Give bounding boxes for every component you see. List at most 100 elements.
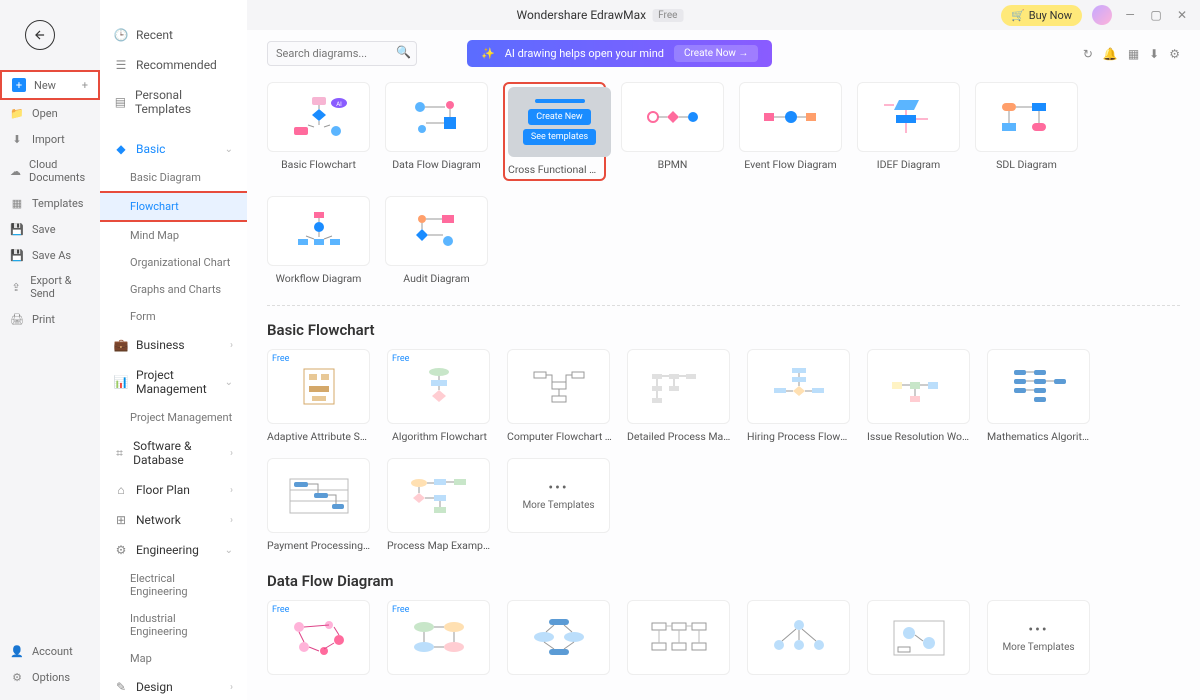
search-input[interactable] — [267, 41, 417, 66]
sidebar-item-save[interactable]: 💾Save — [0, 216, 100, 242]
buy-now-button[interactable]: 🛒 Buy Now — [1001, 5, 1082, 26]
download-icon[interactable]: ⬇ — [1149, 47, 1159, 61]
cat-orgchart[interactable]: Organizational Chart — [100, 249, 247, 276]
cat-ind[interactable]: Industrial Engineering — [100, 605, 247, 645]
cat-network[interactable]: ⊞Network› — [100, 505, 247, 535]
open-label: Open — [32, 107, 58, 120]
sidebar-item-options[interactable]: ⚙Options — [0, 664, 100, 690]
tpl-event-flow[interactable]: Event Flow Diagram — [739, 82, 842, 181]
add-icon[interactable]: + — [82, 79, 88, 92]
sidebar-item-open[interactable]: 📁Open — [0, 100, 100, 126]
sidebar-item-cloud[interactable]: ☁Cloud Documents — [0, 152, 100, 190]
dfd-grid: Free Free •••More Templates — [267, 600, 1180, 694]
cat-recommended[interactable]: ☰Recommended — [100, 50, 247, 80]
plus-square-icon: + — [12, 78, 26, 92]
grid-icon[interactable]: ▦ — [1128, 47, 1139, 61]
maximize-button[interactable]: ▢ — [1148, 7, 1164, 23]
tpl-workflow[interactable]: Workflow Diagram — [267, 196, 370, 285]
dots-icon: ••• — [1028, 622, 1048, 638]
tpl-idef[interactable]: IDEF Diagram — [857, 82, 960, 181]
tpl-dfd[interactable]: Data Flow Diagram — [385, 82, 488, 181]
tpl-label: Data Flow Diagram — [385, 158, 488, 171]
cat-elec[interactable]: Electrical Engineering — [100, 565, 247, 605]
cat-floor[interactable]: ⌂Floor Plan› — [100, 475, 247, 505]
dfd-item-1[interactable]: Free — [387, 600, 492, 694]
divider — [267, 305, 1180, 306]
cat-software[interactable]: ⌗Software & Database› — [100, 431, 247, 475]
dfd-item-3[interactable] — [627, 600, 732, 694]
tpl-bpmn[interactable]: BPMN — [621, 82, 724, 181]
avatar[interactable] — [1092, 5, 1112, 25]
cat-basic-diagram[interactable]: Basic Diagram — [100, 164, 247, 191]
create-new-button[interactable]: Create New — [528, 109, 590, 125]
bf-label: Hiring Process Flowchart — [747, 430, 852, 443]
chevron-down-icon: ⌄ — [225, 377, 233, 388]
chart-icon: 📊 — [114, 375, 128, 389]
sidebar-item-templates[interactable]: ▦Templates — [0, 190, 100, 216]
sidebar-item-export[interactable]: ⇪Export & Send — [0, 268, 100, 306]
bf-item-8[interactable]: Process Map Examples Te... — [387, 458, 492, 552]
bf-item-7[interactable]: Payment Processing Workf... — [267, 458, 372, 552]
settings-icon[interactable]: ⚙ — [1169, 47, 1180, 61]
templates-icon: ▦ — [10, 196, 24, 210]
bf-item-4[interactable]: Hiring Process Flowchart — [747, 349, 852, 443]
tpl-cross-functional[interactable]: Create New See templates Cross Functiona… — [503, 82, 606, 181]
see-templates-button[interactable]: See templates — [523, 129, 596, 145]
tpl-basic-flowchart[interactable]: AI Basic Flowchart — [267, 82, 370, 181]
dfd-item-4[interactable] — [747, 600, 852, 694]
cat-pm-sub[interactable]: Project Management — [100, 404, 247, 431]
sidebar-item-print[interactable]: 🖨Print — [0, 306, 100, 332]
bf-item-5[interactable]: Issue Resolution Workflow ... — [867, 349, 972, 443]
account-label: Account — [32, 645, 73, 658]
create-now-button[interactable]: Create Now → — [674, 45, 758, 62]
dfd-item-5[interactable] — [867, 600, 972, 694]
tpl-sdl[interactable]: SDL Diagram — [975, 82, 1078, 181]
personal-label: Personal Templates — [135, 88, 233, 116]
cat-basic[interactable]: ◆Basic⌄ — [100, 134, 247, 164]
dfd-more[interactable]: •••More Templates — [987, 600, 1092, 694]
print-icon: 🖨 — [10, 312, 24, 326]
svg-text:AI: AI — [336, 101, 342, 108]
saveas-icon: 💾 — [10, 248, 24, 262]
bf-label: Issue Resolution Workflow ... — [867, 430, 972, 443]
sidebar-item-import[interactable]: ⬇Import — [0, 126, 100, 152]
sidebar-item-new[interactable]: + New + — [0, 70, 100, 100]
cat-recent[interactable]: 🕒Recent — [100, 20, 247, 50]
cat-graphs[interactable]: Graphs and Charts — [100, 276, 247, 303]
cat-personal[interactable]: ▤Personal Templates — [100, 80, 247, 124]
cat-business[interactable]: 💼Business› — [100, 330, 247, 360]
close-button[interactable]: ✕ — [1174, 7, 1190, 23]
cat-flowchart[interactable]: Flowchart — [100, 191, 247, 222]
tpl-audit[interactable]: Audit Diagram — [385, 196, 488, 285]
back-button[interactable] — [25, 20, 55, 50]
cat-engineering[interactable]: ⚙Engineering⌄ — [100, 535, 247, 565]
cat-map[interactable]: Map — [100, 645, 247, 672]
search-icon[interactable]: 🔍 — [396, 45, 411, 59]
ai-banner[interactable]: ✨ AI drawing helps open your mind Create… — [467, 40, 772, 67]
history-icon[interactable]: ↻ — [1083, 47, 1093, 61]
minimize-button[interactable]: — — [1122, 7, 1138, 23]
cat-mindmap[interactable]: Mind Map — [100, 222, 247, 249]
sidebar-item-saveas[interactable]: 💾Save As — [0, 242, 100, 268]
dfd-item-2[interactable] — [507, 600, 612, 694]
dfd-item-0[interactable]: Free — [267, 600, 372, 694]
bf-item-6[interactable]: Mathematics Algorithm Fl... — [987, 349, 1092, 443]
business-label: Business — [136, 338, 185, 352]
sidebar-item-account[interactable]: 👤Account — [0, 638, 100, 664]
basic-flowchart-grid: FreeAdaptive Attribute Selectio... FreeA… — [267, 349, 1180, 552]
dfd-label — [387, 681, 492, 694]
chevron-right-icon: › — [230, 682, 233, 693]
bf-item-3[interactable]: Detailed Process Map Tem... — [627, 349, 732, 443]
bf-item-2[interactable]: Computer Flowchart Temp... — [507, 349, 612, 443]
floor-label: Floor Plan — [136, 483, 190, 497]
bell-icon[interactable]: 🔔 — [1103, 47, 1118, 61]
bf-item-0[interactable]: FreeAdaptive Attribute Selectio... — [267, 349, 372, 443]
bf-more[interactable]: •••More Templates — [507, 458, 612, 552]
cat-form[interactable]: Form — [100, 303, 247, 330]
bf-label: Payment Processing Workf... — [267, 539, 372, 552]
cat-design[interactable]: ✎Design› — [100, 672, 247, 700]
network-label: Network — [136, 513, 181, 527]
bf-item-1[interactable]: FreeAlgorithm Flowchart — [387, 349, 492, 443]
cat-pm[interactable]: 📊Project Management⌄ — [100, 360, 247, 404]
sparkle-icon: ✨ — [481, 47, 495, 60]
